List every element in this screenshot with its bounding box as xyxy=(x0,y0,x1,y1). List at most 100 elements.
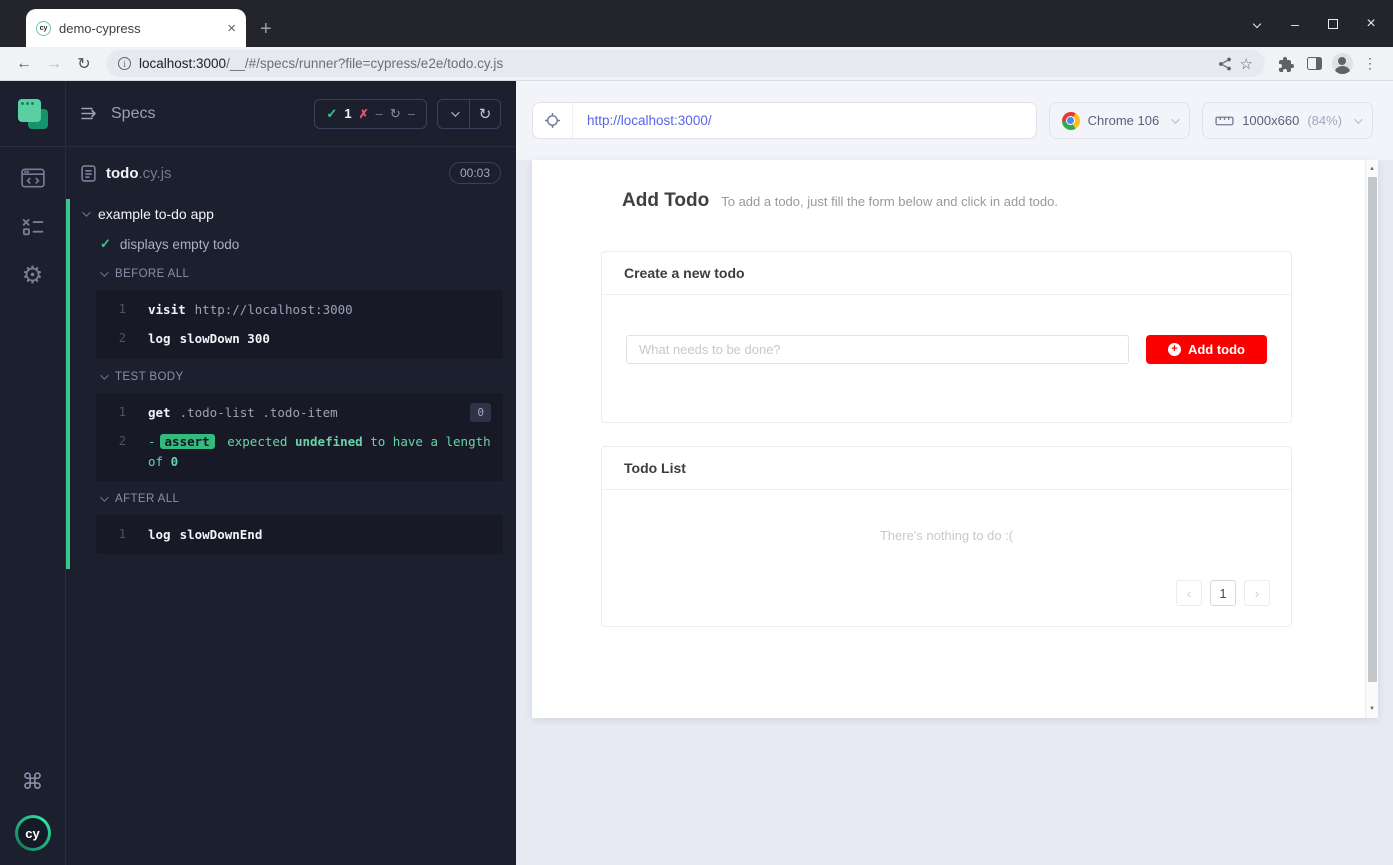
spec-duration-badge: 00:03 xyxy=(449,162,501,184)
command-message: http://localhost:3000 xyxy=(195,302,353,317)
browser-tab[interactable]: cy demo-cypress × xyxy=(26,9,246,47)
reload-button[interactable]: ↻ xyxy=(70,50,98,78)
command-log-after: 1 logslowDownEnd xyxy=(96,515,503,554)
specs-list-icon[interactable] xyxy=(81,106,101,121)
chrome-icon xyxy=(1062,112,1080,130)
new-todo-input[interactable] xyxy=(626,335,1129,364)
share-icon[interactable] xyxy=(1218,57,1232,71)
chevron-down-icon xyxy=(100,493,108,501)
scrollbar-down-arrow[interactable]: ▼ xyxy=(1366,702,1378,716)
window-close-button[interactable]: × xyxy=(1363,16,1379,32)
back-button[interactable]: ← xyxy=(10,50,38,78)
suite-title: example to-do app xyxy=(98,206,214,222)
chevron-down-icon xyxy=(82,208,90,216)
forward-button[interactable]: → xyxy=(40,50,68,78)
command-message: .todo-list .todo-item xyxy=(180,405,338,420)
reporter-panel: Specs ✓ 1 ✗ – ↻ – ↻ todo.cy.js 00:03 xyxy=(65,81,516,865)
section-test-body[interactable]: TEST BODY xyxy=(70,362,516,390)
add-todo-button-label: Add todo xyxy=(1188,342,1245,357)
command-message: slowDownEnd xyxy=(180,527,263,542)
cypress-app: ⚙ ⌘ cy Specs ✓ 1 ✗ – ↻ – ↻ xyxy=(0,81,1393,865)
command-number: 2 xyxy=(96,432,126,471)
spec-name-base: todo xyxy=(106,165,138,182)
command-row-log-end[interactable]: 1 logslowDownEnd xyxy=(96,520,503,549)
page-number-button[interactable]: 1 xyxy=(1210,580,1236,606)
spec-file-icon xyxy=(81,165,96,182)
side-panel-icon[interactable] xyxy=(1301,51,1327,77)
site-info-icon[interactable]: i xyxy=(118,57,131,70)
assert-badge: assert xyxy=(160,434,215,449)
viewport-ruler-icon xyxy=(1215,113,1234,128)
command-number: 1 xyxy=(96,403,126,422)
tab-close-icon[interactable]: × xyxy=(227,21,236,36)
aut-scrollbar[interactable]: ▲ ▼ xyxy=(1365,160,1378,718)
failed-count: – xyxy=(376,106,383,121)
runner-panel: http://localhost:3000/ Chrome 106 1000x6… xyxy=(516,81,1393,865)
suite-row[interactable]: example to-do app xyxy=(70,199,516,229)
cypress-logo[interactable]: cy xyxy=(15,815,51,851)
runner-body: Add Todo To add a todo, just fill the fo… xyxy=(516,160,1393,865)
command-row-get[interactable]: 1 get.todo-list .todo-item 0 xyxy=(96,398,503,427)
sidebar-item-runs[interactable] xyxy=(22,218,44,236)
project-switcher-icon[interactable] xyxy=(18,99,48,129)
browser-select[interactable]: Chrome 106 xyxy=(1049,102,1191,139)
runner-header: http://localhost:3000/ Chrome 106 1000x6… xyxy=(516,81,1393,160)
bookmark-star-icon[interactable]: ☆ xyxy=(1240,55,1253,73)
page-next-button[interactable]: › xyxy=(1244,580,1270,606)
page-subtitle: To add a todo, just fill the form below … xyxy=(721,194,1058,209)
chevron-down-icon xyxy=(1354,115,1362,123)
reporter-header: Specs ✓ 1 ✗ – ↻ – ↻ xyxy=(66,81,516,147)
extensions-puzzle-icon[interactable] xyxy=(1273,51,1299,77)
page-prev-button[interactable]: ‹ xyxy=(1176,580,1202,606)
create-todo-card-title: Create a new todo xyxy=(602,252,1291,295)
command-row-assert[interactable]: 2 -assert expected undefined to have a l… xyxy=(96,427,503,476)
assert-value: undefined xyxy=(295,434,363,449)
sidebar-item-settings-gear-icon[interactable]: ⚙ xyxy=(22,264,44,288)
window-minimize-button[interactable]: – xyxy=(1287,16,1303,32)
rerun-tests-icon[interactable]: ↻ xyxy=(469,100,500,128)
command-log-body: 1 get .todo-list .todo-item 0 2 -assert e… xyxy=(96,393,503,481)
aut-page-heading: Add Todo To add a todo, just fill the fo… xyxy=(622,190,1058,212)
chevron-down-icon xyxy=(100,371,108,379)
plus-circle-icon: + xyxy=(1168,343,1181,356)
viewport-select[interactable]: 1000x660 (84%) xyxy=(1202,102,1373,139)
profile-avatar[interactable] xyxy=(1329,51,1355,77)
address-url[interactable]: localhost:3000/__/#/specs/runner?file=cy… xyxy=(139,56,1210,71)
pagination: ‹ 1 › xyxy=(1176,580,1270,606)
passed-check-icon: ✓ xyxy=(326,106,337,122)
command-log-before: 1 visit http://localhost:3000 2 logslowDo… xyxy=(96,290,503,359)
reporter-controls: ↻ xyxy=(437,99,501,129)
browser-menu-kebab-icon[interactable]: ⋮ xyxy=(1357,51,1383,77)
command-method: get xyxy=(148,405,171,420)
keyboard-shortcuts-icon[interactable]: ⌘ xyxy=(22,771,44,793)
command-method: visit xyxy=(148,302,186,317)
command-number: 1 xyxy=(96,300,126,319)
url-host: localhost:3000 xyxy=(139,56,226,71)
add-todo-button[interactable]: + Add todo xyxy=(1146,335,1267,364)
test-stats[interactable]: ✓ 1 ✗ – ↻ – xyxy=(314,99,427,129)
tab-search-chevron-icon[interactable] xyxy=(1249,16,1265,32)
scrollbar-thumb[interactable] xyxy=(1368,177,1377,682)
aut-url-text[interactable]: http://localhost:3000/ xyxy=(573,113,726,128)
spec-file-row[interactable]: todo.cy.js 00:03 xyxy=(66,147,516,190)
command-row-log[interactable]: 2 logslowDown 300 xyxy=(96,324,503,353)
section-before-all[interactable]: BEFORE ALL xyxy=(70,259,516,287)
scrollbar-up-arrow[interactable]: ▲ xyxy=(1366,162,1378,176)
new-tab-button[interactable]: + xyxy=(260,19,272,39)
assert-value: 0 xyxy=(171,454,179,469)
chevron-down-icon xyxy=(1171,115,1179,123)
empty-list-message: There's nothing to do :( xyxy=(602,528,1291,543)
sidebar-item-specs[interactable] xyxy=(21,168,45,188)
command-row-visit[interactable]: 1 visit http://localhost:3000 xyxy=(96,295,503,324)
section-after-all[interactable]: AFTER ALL xyxy=(70,484,516,512)
window-maximize-button[interactable] xyxy=(1325,16,1341,32)
passed-test-block: example to-do app ✓ displays empty todo … xyxy=(66,199,516,569)
selector-playground-crosshair-icon[interactable] xyxy=(533,103,573,138)
address-bar[interactable]: i localhost:3000/__/#/specs/runner?file=… xyxy=(106,50,1265,77)
aut-url-bar: http://localhost:3000/ xyxy=(532,102,1037,139)
test-row[interactable]: ✓ displays empty todo xyxy=(70,229,516,259)
passed-count: 1 xyxy=(344,106,351,121)
test-passed-check-icon: ✓ xyxy=(100,236,111,252)
collapse-all-chevron-icon[interactable] xyxy=(438,100,469,128)
create-todo-card: Create a new todo + Add todo xyxy=(601,251,1292,423)
